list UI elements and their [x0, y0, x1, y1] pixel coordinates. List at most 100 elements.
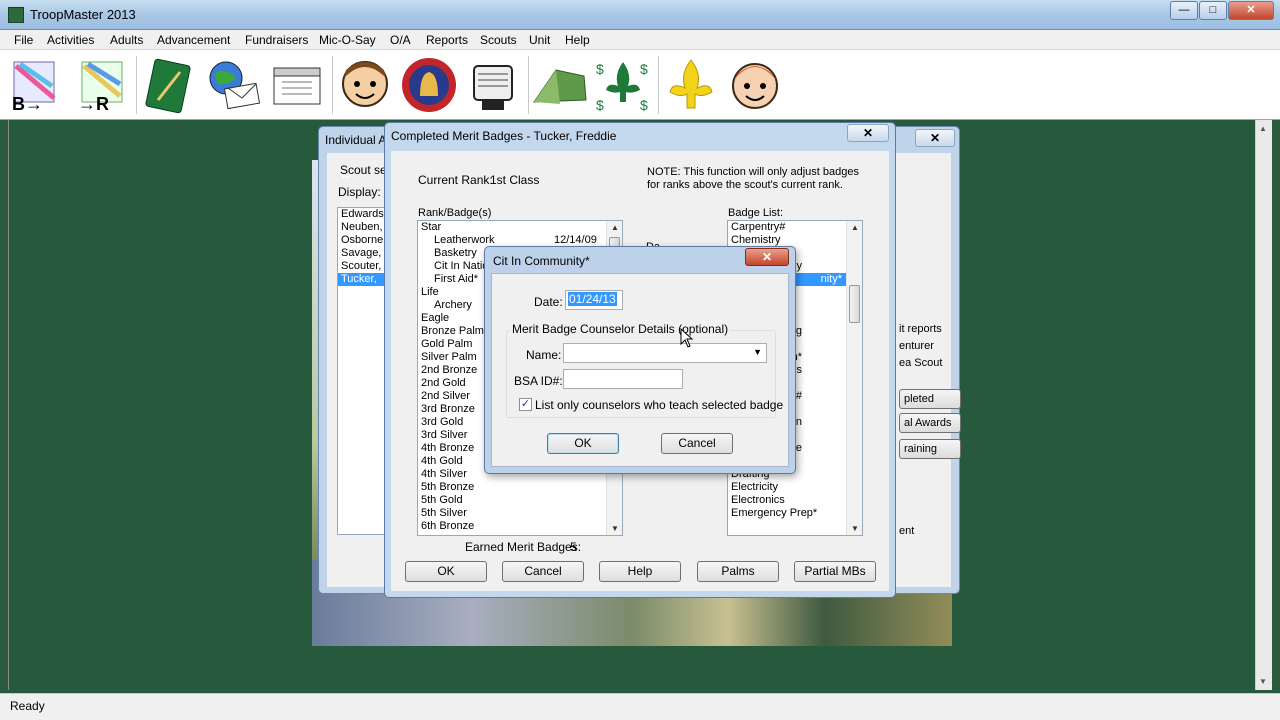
list-item[interactable]: Carpentry#	[728, 221, 862, 234]
list-item-label: Emergency Prep*	[731, 507, 818, 519]
list-item[interactable]: Edwards	[338, 208, 384, 221]
cancel-button[interactable]: Cancel	[502, 561, 584, 582]
menu-file[interactable]: File	[14, 33, 33, 47]
svg-text:→R: →R	[78, 94, 109, 114]
bsa-id-field[interactable]	[563, 369, 683, 389]
list-item-label: Eagle	[421, 312, 450, 324]
menu-mic-o-say[interactable]: Mic-O-Say	[319, 33, 376, 47]
current-rank-value: 1st Class	[490, 173, 540, 187]
completed-button[interactable]: pleted	[899, 389, 961, 409]
menu-adults[interactable]: Adults	[110, 33, 143, 47]
cit-close-button[interactable]: ✕	[745, 248, 789, 266]
help-button[interactable]: Help	[599, 561, 681, 582]
chevron-down-icon[interactable]: ▼	[753, 347, 762, 357]
name-label: Name:	[526, 348, 562, 362]
badge-list-label: Badge List:	[728, 207, 784, 219]
cit-ok-button[interactable]: OK	[547, 433, 619, 454]
scroll-down-icon[interactable]: ▼	[611, 524, 619, 533]
menu-advancement[interactable]: Advancement	[157, 33, 230, 47]
scroll-thumb[interactable]	[849, 285, 860, 323]
toolbar-separator	[658, 56, 659, 114]
dialog-title: Completed Merit Badges - Tucker, Freddie	[391, 129, 617, 143]
menu-bar: File Activities Adults Advancement Fundr…	[0, 30, 1280, 50]
menu-activities[interactable]: Activities	[47, 33, 94, 47]
list-item[interactable]: 6th Bronze	[418, 520, 622, 533]
list-item[interactable]: Emergency Prep*	[728, 507, 862, 520]
dialog-close-button[interactable]: ✕	[847, 124, 889, 142]
list-item[interactable]: Electricity	[728, 481, 862, 494]
menu-help[interactable]: Help	[565, 33, 590, 47]
special-awards-button[interactable]: al Awards	[899, 413, 961, 433]
badge-list-scrollbar[interactable]: ▲ ▼	[846, 221, 862, 535]
list-item[interactable]: Star	[418, 221, 622, 234]
ok-button[interactable]: OK	[405, 561, 487, 582]
right-text-reports: it reports	[899, 323, 942, 335]
cub-scout-icon[interactable]	[726, 56, 784, 114]
list-item-label: First Aid*	[434, 273, 479, 285]
list-item[interactable]: Savage,	[338, 247, 384, 260]
list-item[interactable]: Electronics	[728, 494, 862, 507]
list-item-label: nity*	[820, 273, 842, 285]
svg-text:$: $	[596, 97, 604, 113]
individual-close-button[interactable]: ✕	[915, 129, 955, 147]
maximize-button[interactable]: □	[1199, 1, 1227, 20]
menu-oa[interactable]: O/A	[390, 33, 411, 47]
right-text-venturer: enturer	[899, 340, 934, 352]
list-item-label: Chemistry	[731, 234, 781, 246]
list-item-label: 5th Bronze	[421, 481, 475, 493]
list-item-label: Basketry	[434, 247, 477, 259]
scroll-down-icon[interactable]: ▼	[1259, 677, 1267, 686]
partial-mbs-button[interactable]: Partial MBs	[794, 561, 876, 582]
list-item[interactable]: Scouter,	[338, 260, 384, 273]
rolodex-icon[interactable]	[464, 56, 522, 114]
mouse-cursor-icon	[680, 328, 694, 348]
tent-icon[interactable]	[530, 56, 588, 114]
scout-list[interactable]: Edwards Neuben, Osborne, Savage, Scouter…	[337, 207, 385, 535]
app-icon	[8, 7, 24, 23]
list-item[interactable]: 5th Silver	[418, 507, 622, 520]
list-item[interactable]: Osborne,	[338, 234, 384, 247]
menu-fundraisers[interactable]: Fundraisers	[245, 33, 308, 47]
scroll-up-icon[interactable]: ▲	[1259, 124, 1267, 133]
list-item-label: 6th Bronze	[421, 520, 475, 532]
date-field[interactable]: 01/24/13	[565, 290, 623, 310]
fleur-de-lis-icon[interactable]	[662, 56, 720, 114]
calendar-icon[interactable]	[268, 56, 326, 114]
scroll-up-icon[interactable]: ▲	[851, 223, 859, 232]
b-to-r-icon[interactable]: B→	[8, 56, 66, 114]
list-item[interactable]: 5th Gold	[418, 494, 622, 507]
note-line-2: for ranks above the scout's current rank…	[647, 179, 843, 191]
close-button[interactable]: ✕	[1228, 1, 1274, 20]
cit-cancel-button[interactable]: Cancel	[661, 433, 733, 454]
liberty-bell-icon[interactable]	[400, 56, 458, 114]
display-label: Display:	[338, 185, 381, 199]
scroll-down-icon[interactable]: ▼	[851, 524, 859, 533]
counselor-filter-checkbox[interactable]: ✓	[519, 398, 532, 411]
counselor-details-label: Merit Badge Counselor Details (optional)	[510, 322, 731, 336]
menu-unit[interactable]: Unit	[529, 33, 550, 47]
workspace-scrollbar[interactable]: ▲ ▼	[1255, 120, 1272, 690]
menu-reports[interactable]: Reports	[426, 33, 468, 47]
list-item[interactable]: 5th Bronze	[418, 481, 622, 494]
money-fleur-icon[interactable]: $ $ $ $	[594, 56, 652, 114]
training-button[interactable]: raining	[899, 439, 961, 459]
list-item-label: Electricity	[731, 481, 779, 493]
scroll-up-icon[interactable]: ▲	[611, 223, 619, 232]
list-item-label: 4th Silver	[421, 468, 467, 480]
boy-scout-icon[interactable]	[336, 56, 394, 114]
menu-scouts[interactable]: Scouts	[480, 33, 517, 47]
list-item-label: 3rd Gold	[421, 416, 464, 428]
list-item-selected[interactable]: Tucker,	[338, 273, 384, 286]
toolbar-separator	[136, 56, 137, 114]
list-item[interactable]: Neuben,	[338, 221, 384, 234]
notebook-icon[interactable]	[140, 56, 198, 114]
toolbar: B→ →R $ $ $ $	[0, 50, 1280, 120]
date-label: Date:	[534, 295, 563, 309]
svg-text:$: $	[596, 61, 604, 77]
palms-button[interactable]: Palms	[697, 561, 779, 582]
r-icon[interactable]: →R	[72, 56, 130, 114]
minimize-button[interactable]: —	[1170, 1, 1198, 20]
globe-mail-icon[interactable]	[204, 56, 262, 114]
status-text: Ready	[10, 699, 45, 713]
name-combobox[interactable]: ▼	[563, 343, 767, 363]
